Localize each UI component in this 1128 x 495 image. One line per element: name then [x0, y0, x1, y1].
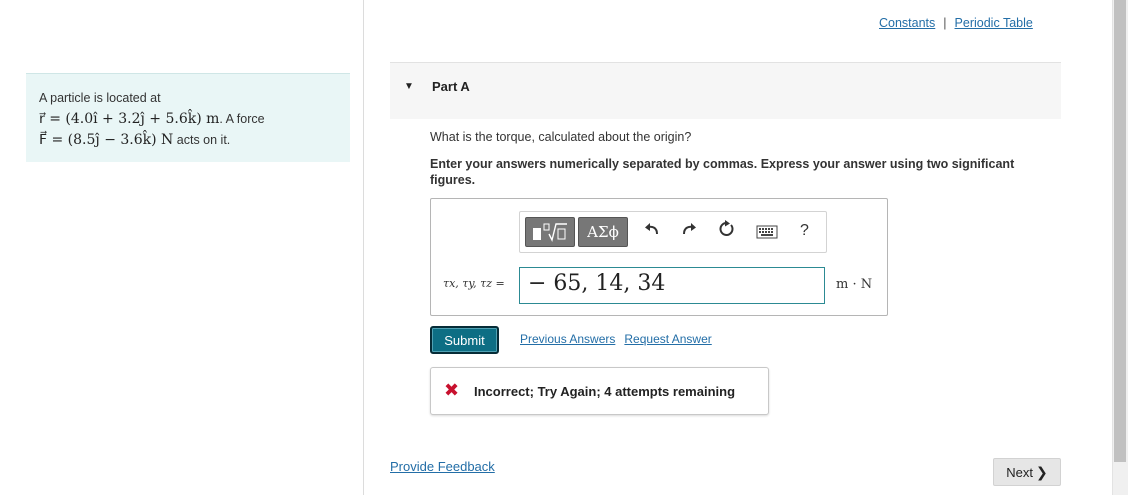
answer-unit: m · N — [836, 277, 873, 292]
chevron-right-icon: ❯ — [1036, 463, 1048, 480]
submit-button[interactable]: Submit — [430, 326, 499, 354]
force-vector: F⃗ = (8.5ĵ − 3.6k̂) N — [39, 132, 174, 148]
help-button[interactable]: ? — [800, 222, 809, 240]
next-button[interactable]: Next ❯ — [993, 458, 1061, 486]
part-a-header[interactable]: ▼ Part A — [390, 62, 1061, 119]
answer-box: ΑΣϕ ? τx, τy, τz = − 65, 14, 34 m · N — [430, 198, 888, 316]
problem-text-acts: acts on it. — [173, 133, 231, 147]
math-toolbar: ΑΣϕ ? — [519, 211, 827, 253]
problem-line-1: A particle is located at — [39, 91, 161, 105]
request-answer-link[interactable]: Request Answer — [624, 332, 711, 346]
previous-answers-link[interactable]: Previous Answers — [520, 332, 615, 346]
feedback-text: Incorrect; Try Again; 4 attempts remaini… — [474, 384, 736, 399]
problem-text-force: . A force — [219, 112, 265, 126]
feedback-message: ✖ Incorrect; Try Again; 4 attempts remai… — [430, 367, 769, 415]
symbols-button[interactable]: ΑΣϕ — [578, 217, 628, 247]
problem-statement: A particle is located at r⃗ = (4.0î + 3.… — [26, 73, 350, 162]
undo-icon[interactable] — [643, 220, 661, 243]
templates-icon — [533, 223, 567, 243]
top-links: Constants | Periodic Table — [879, 16, 1033, 30]
reset-icon[interactable] — [718, 220, 736, 243]
question-text: What is the torque, calculated about the… — [430, 130, 692, 144]
instruction-text: Enter your answers numerically separated… — [430, 157, 1015, 187]
next-label: Next — [1006, 464, 1033, 480]
provide-feedback-link[interactable]: Provide Feedback — [390, 459, 495, 474]
position-vector: r⃗ = (4.0î + 3.2ĵ + 5.6k̂) m — [39, 111, 220, 127]
templates-button[interactable] — [525, 217, 575, 247]
answer-label: τx, τy, τz = — [443, 277, 505, 290]
constants-link[interactable]: Constants — [879, 16, 935, 30]
answer-input[interactable]: − 65, 14, 34 — [519, 267, 825, 304]
keyboard-icon[interactable] — [756, 224, 778, 244]
link-separator: | — [943, 16, 947, 30]
left-panel-divider — [363, 0, 364, 495]
collapse-caret-icon[interactable]: ▼ — [404, 81, 414, 92]
problem-line-3: F⃗ = (8.5ĵ − 3.6k̂) N acts on it. — [39, 130, 350, 151]
redo-icon[interactable] — [680, 220, 698, 243]
answer-links: Previous Answers Request Answer — [520, 332, 721, 346]
scrollbar-thumb[interactable] — [1114, 0, 1126, 462]
periodic-table-link[interactable]: Periodic Table — [955, 16, 1033, 30]
part-title: Part A — [432, 79, 470, 94]
incorrect-x-icon: ✖ — [444, 380, 460, 400]
problem-line-2: r⃗ = (4.0î + 3.2ĵ + 5.6k̂) m. A force — [39, 109, 350, 130]
